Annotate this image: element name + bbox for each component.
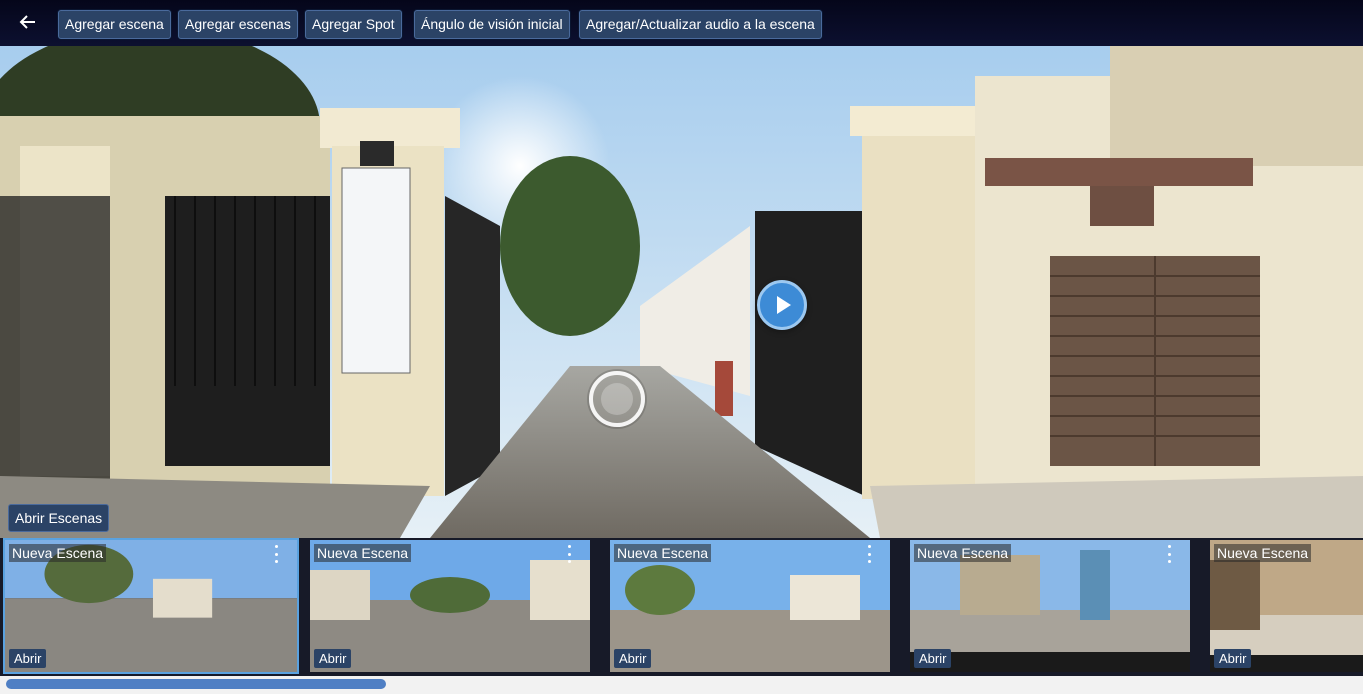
scene-card[interactable]: Nueva Escena Abrir (1210, 540, 1363, 672)
add-spot-button[interactable]: Agregar Spot (305, 10, 402, 39)
add-update-audio-button[interactable]: Agregar/Actualizar audio a la escena (579, 10, 822, 39)
scene-card[interactable]: Nueva Escena Abrir (610, 540, 890, 672)
scene-title: Nueva Escena (9, 544, 107, 562)
open-scenes-button[interactable]: Abrir Escenas (8, 504, 110, 532)
add-scene-button[interactable]: Agregar escena (58, 10, 171, 39)
open-scene-button[interactable]: Abrir (1214, 649, 1252, 668)
scene-card[interactable]: Nueva Escena Abrir (310, 540, 590, 672)
scene-title: Nueva Escena (914, 544, 1012, 562)
navigation-hotspot[interactable] (589, 371, 645, 427)
scene-card[interactable]: Nueva Escena Abrir (3, 538, 299, 674)
panorama-image (0, 46, 1363, 538)
audio-play-icon[interactable] (757, 280, 807, 330)
more-options-icon[interactable] (564, 545, 574, 563)
open-scene-button[interactable]: Abrir (914, 649, 952, 668)
scene-card[interactable]: Nueva Escena Abrir (910, 540, 1190, 672)
initial-view-angle-button[interactable]: Ángulo de visión inicial (414, 10, 570, 39)
scene-strip: Nueva Escena Abrir Nueva Escena Abrir Nu… (0, 538, 1363, 678)
add-scenes-button[interactable]: Agregar escenas (178, 10, 298, 39)
more-options-icon[interactable] (271, 545, 281, 563)
scrollbar-thumb[interactable] (6, 679, 386, 689)
panorama-viewer[interactable] (0, 46, 1363, 538)
more-options-icon[interactable] (1164, 545, 1174, 563)
horizontal-scrollbar[interactable] (0, 676, 1363, 694)
back-arrow-icon[interactable] (14, 10, 42, 34)
more-options-icon[interactable] (864, 545, 874, 563)
top-toolbar: Agregar escena Agregar escenas Agregar S… (0, 0, 1363, 46)
open-scene-button[interactable]: Abrir (9, 649, 47, 668)
scene-title: Nueva Escena (1214, 544, 1312, 562)
scene-title: Nueva Escena (614, 544, 712, 562)
scene-title: Nueva Escena (314, 544, 412, 562)
open-scene-button[interactable]: Abrir (614, 649, 652, 668)
open-scene-button[interactable]: Abrir (314, 649, 352, 668)
